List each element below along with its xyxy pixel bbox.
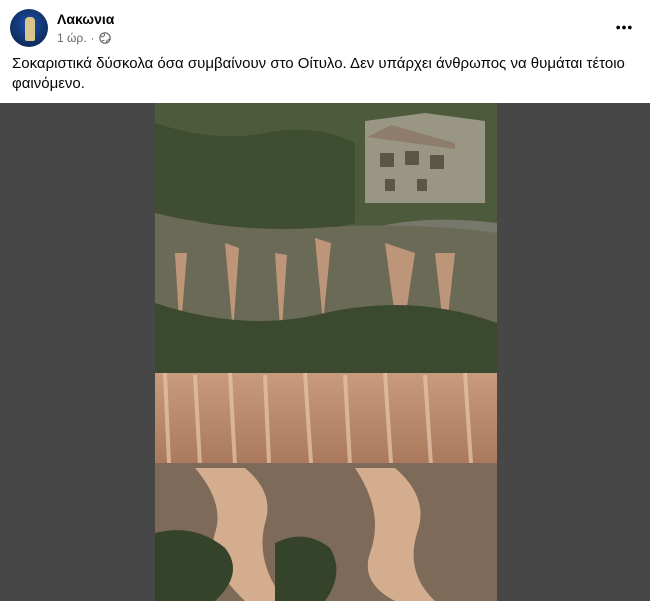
post-time-row: 1 ώρ. ·	[57, 30, 114, 46]
more-options-button[interactable]	[610, 14, 638, 38]
separator-dot: ·	[90, 31, 95, 45]
more-options-icon	[615, 17, 633, 35]
post-message: Σοκαριστικά δύσκολα όσα συμβαίνουν στο Ο…	[12, 55, 625, 92]
post-video-container[interactable]	[0, 103, 650, 601]
page-name[interactable]: Λακωνια	[57, 10, 114, 28]
video-frame[interactable]	[155, 103, 497, 601]
post-header: Λακωνια 1 ώρ. ·	[10, 8, 114, 48]
post-timestamp[interactable]: 1 ώρ.	[57, 30, 87, 46]
page-avatar[interactable]	[10, 9, 48, 47]
globe-icon	[98, 32, 111, 44]
post-meta: Λακωνια 1 ώρ. ·	[57, 10, 114, 46]
facebook-post: Λακωνια 1 ώρ. · Σοκαριστικά δύσκολα όσα …	[0, 0, 650, 601]
